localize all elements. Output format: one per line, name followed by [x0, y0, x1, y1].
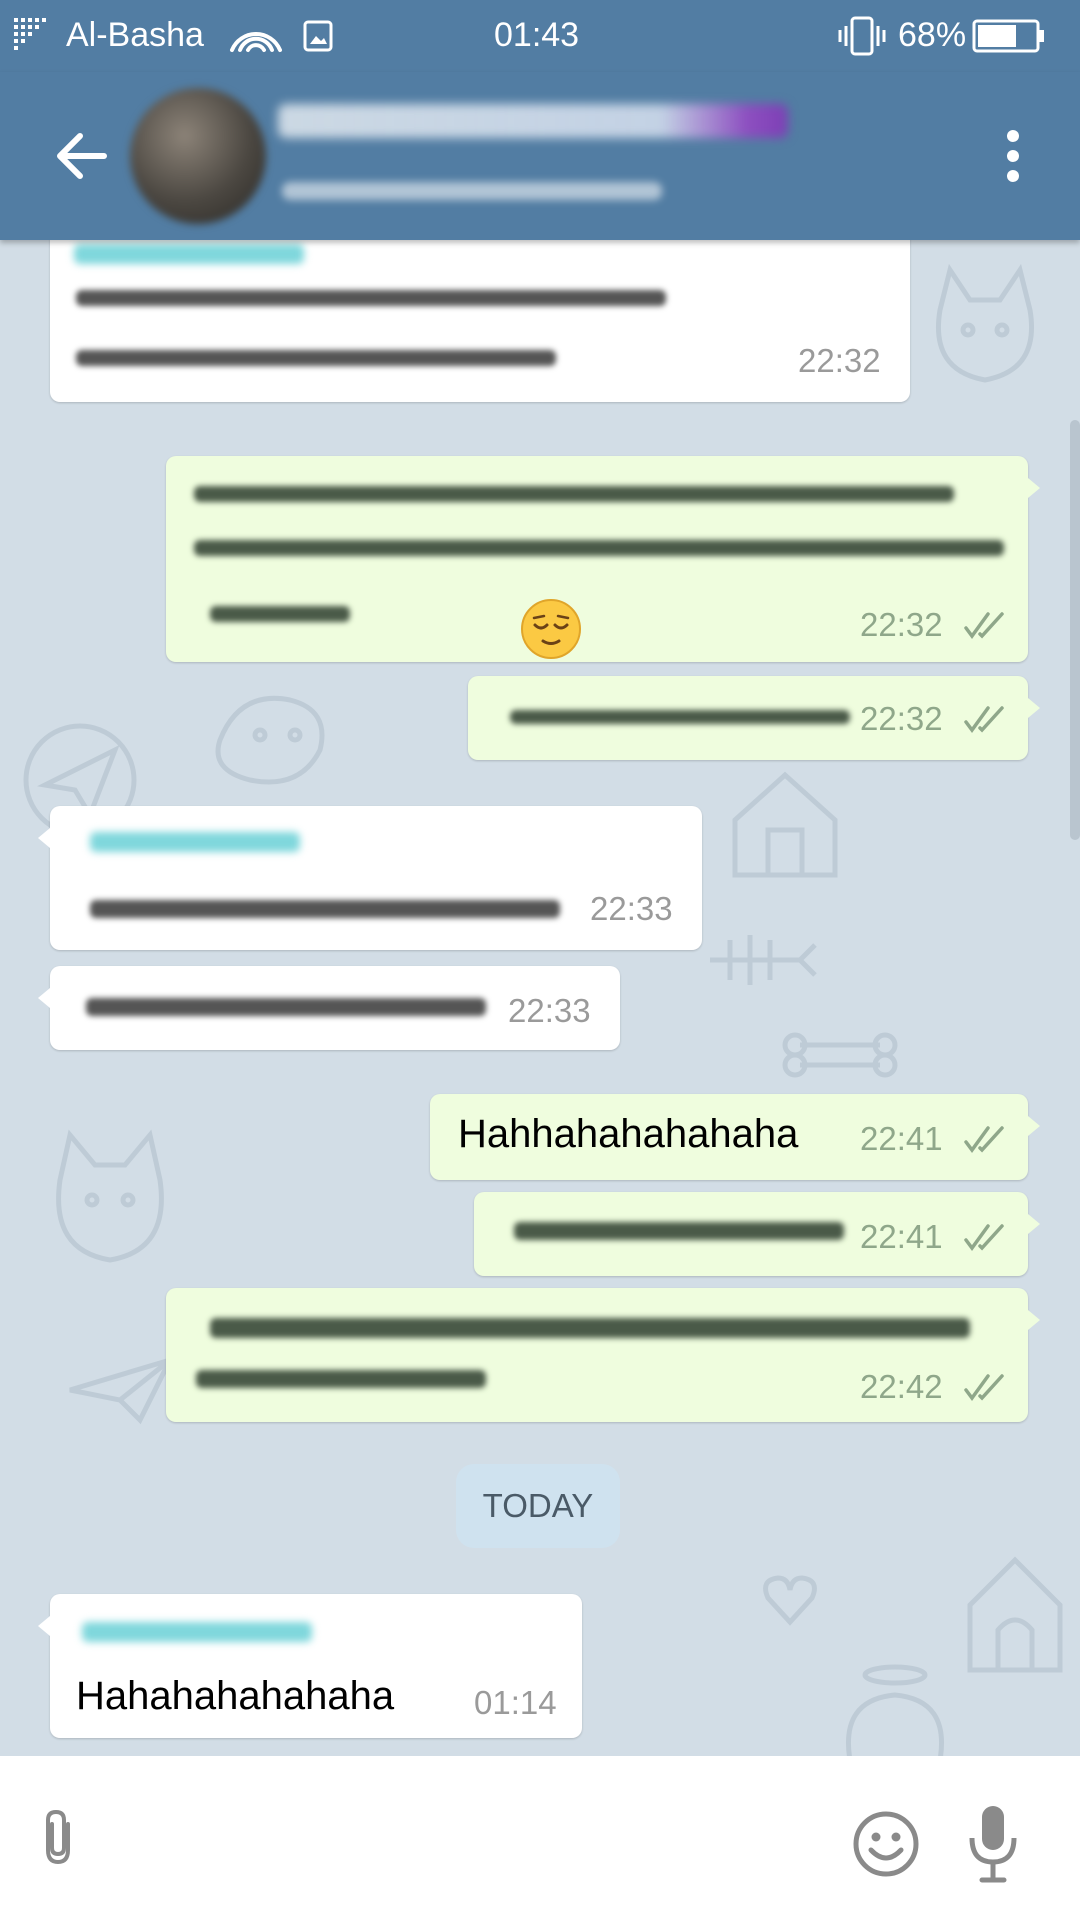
- message-list[interactable]: 22:32 22:32 22:32 22:33 22:33 Hahhahahah…: [0, 240, 1080, 1756]
- message-text: Hahahahahahaha: [76, 1674, 395, 1718]
- bubble-tail: [1028, 478, 1040, 498]
- double-check-icon: [964, 1374, 1004, 1401]
- message-time: 22:32: [860, 700, 943, 737]
- message-text-redacted: [76, 350, 556, 366]
- message-text-redacted: [514, 1222, 844, 1240]
- battery-icon: [972, 19, 1044, 53]
- outgoing-message[interactable]: 22:42: [166, 1288, 1040, 1422]
- message-text-redacted: [196, 1370, 486, 1388]
- outgoing-message[interactable]: Hahhahahahahaha 22:41: [430, 1094, 1040, 1180]
- message-time: 22:33: [508, 992, 591, 1029]
- wifi-icon: [230, 32, 282, 52]
- heart-doodle: [763, 1575, 817, 1626]
- cat-doodle: [936, 263, 1034, 383]
- sender-name-redacted: [90, 832, 300, 852]
- message-text-redacted: [510, 710, 850, 724]
- message-text-redacted: [194, 486, 954, 502]
- message-time: 01:14: [474, 1684, 557, 1721]
- bubble-tail: [1028, 698, 1040, 718]
- angel-cat-doodle: [846, 1664, 944, 1756]
- cat-doodle: [56, 1129, 164, 1263]
- paper-plane-doodle: [69, 1355, 175, 1425]
- message-time: 22:32: [860, 606, 943, 643]
- double-check-icon: [964, 1126, 1004, 1153]
- fishbone-doodle: [710, 935, 817, 985]
- more-vert-icon[interactable]: [998, 128, 1028, 184]
- incoming-message[interactable]: 22:33: [38, 806, 702, 950]
- bone-doodle: [782, 1032, 898, 1078]
- message-time: 22:32: [798, 342, 881, 379]
- incoming-message[interactable]: 22:32: [50, 240, 910, 402]
- status-bar: Al-Basha 01:43 68%: [0, 0, 1080, 72]
- bubble-tail: [1028, 1116, 1040, 1136]
- message-time: 22:41: [860, 1120, 943, 1157]
- date-separator: TODAY: [456, 1464, 620, 1548]
- message-text: Hahhahahahahaha: [458, 1112, 799, 1156]
- bubble-tail: [1028, 1310, 1040, 1330]
- back-arrow-icon[interactable]: [52, 126, 112, 186]
- vibrate-icon: [838, 16, 886, 56]
- double-check-icon: [964, 1224, 1004, 1251]
- signal-icon: [14, 18, 46, 50]
- chat-screen: Al-Basha 01:43 68% 22:32 22:32 22:32 22:…: [0, 0, 1080, 1920]
- outgoing-message[interactable]: 22:32: [468, 676, 1040, 760]
- carrier-name: Al-Basha: [66, 16, 204, 54]
- message-text-redacted: [86, 998, 486, 1016]
- message-text-redacted: [210, 606, 350, 622]
- incoming-message[interactable]: Hahahahahahaha 01:14: [38, 1594, 582, 1738]
- message-input-bar: [0, 1756, 1080, 1920]
- message-text-redacted: [90, 900, 560, 918]
- attach-icon[interactable]: [36, 1806, 82, 1870]
- scroll-handle[interactable]: [1070, 420, 1080, 840]
- bubble-tail: [38, 988, 50, 1008]
- double-check-icon: [964, 706, 1004, 733]
- relieved-face-emoji: [521, 599, 581, 659]
- outgoing-message[interactable]: 22:32: [166, 456, 1040, 662]
- clock: 01:43: [494, 16, 580, 54]
- message-text-redacted: [210, 1318, 970, 1338]
- message-text-redacted: [76, 290, 666, 306]
- image-notification-icon: [303, 20, 333, 52]
- contact-status-redacted: [282, 182, 662, 200]
- message-time: 22:33: [590, 890, 673, 927]
- chat-header: [0, 72, 1080, 240]
- bubble-tail: [1028, 1214, 1040, 1234]
- double-check-icon: [964, 612, 1004, 639]
- mic-icon[interactable]: [968, 1804, 1018, 1884]
- contact-name-redacted[interactable]: [278, 104, 788, 138]
- house-doodle: [732, 771, 838, 878]
- contact-avatar[interactable]: [130, 88, 266, 224]
- dog-doodle: [215, 695, 325, 785]
- emoji-icon[interactable]: [852, 1810, 920, 1878]
- message-time: 22:41: [860, 1218, 943, 1255]
- bubble-tail: [38, 828, 50, 848]
- outgoing-message[interactable]: 22:41: [474, 1192, 1040, 1276]
- doghouse-doodle: [967, 1556, 1063, 1673]
- sender-name-redacted: [82, 1622, 312, 1642]
- incoming-message[interactable]: 22:33: [38, 966, 620, 1050]
- battery-percent: 68%: [898, 16, 967, 54]
- sender-name-redacted: [74, 244, 304, 264]
- message-text-redacted: [194, 540, 1004, 556]
- bubble-tail: [38, 1616, 50, 1636]
- message-time: 22:42: [860, 1368, 943, 1405]
